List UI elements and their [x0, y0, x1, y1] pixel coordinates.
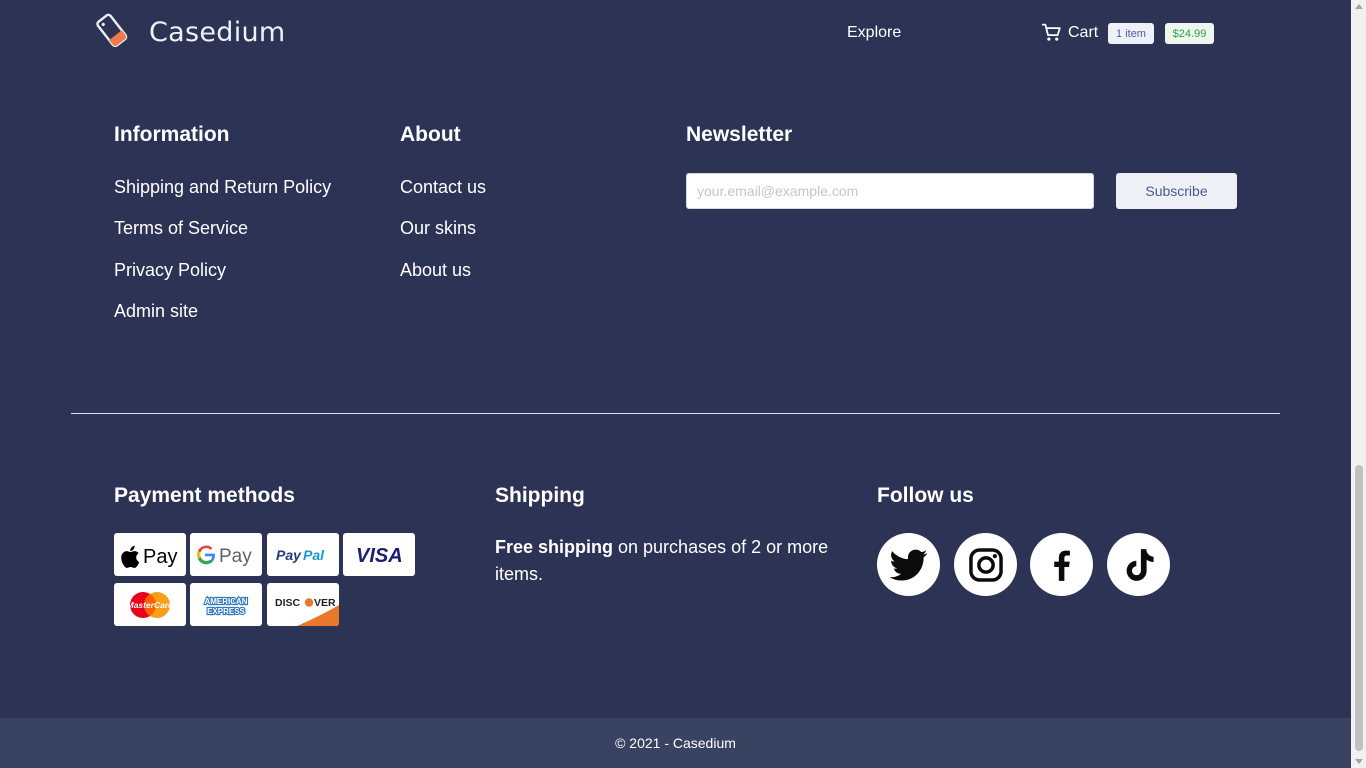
scroll-down-arrow-icon[interactable] — [1355, 759, 1363, 764]
copyright-bar: © 2021 - Casedium — [0, 718, 1351, 768]
twitter-icon — [889, 549, 927, 581]
brand-name: Casedium — [149, 16, 286, 48]
discover-icon: DISC VER — [267, 583, 339, 626]
instagram-link[interactable] — [954, 533, 1017, 596]
cart-items-badge: 1 item — [1108, 23, 1154, 44]
cart-total-badge: $24.99 — [1165, 23, 1214, 44]
instagram-icon — [968, 547, 1003, 582]
scroll-thumb[interactable] — [1355, 465, 1363, 751]
scroll-up-arrow-icon[interactable] — [1355, 4, 1363, 9]
svg-text:Pal: Pal — [303, 547, 325, 563]
svg-text:EXPRESS: EXPRESS — [207, 607, 245, 616]
svg-text:AMERICAN: AMERICAN — [204, 597, 247, 606]
follow-us-title: Follow us — [877, 484, 974, 507]
paypal-icon: Pay Pal — [267, 533, 339, 576]
mastercard-icon: MasterCard — [114, 583, 186, 626]
payment-methods-title: Payment methods — [114, 484, 295, 507]
svg-text:DISC: DISC — [275, 597, 301, 609]
american-express-icon: AMERICAN EXPRESS — [190, 583, 262, 626]
visa-icon: VISA — [343, 533, 415, 576]
cart-label: Cart — [1068, 23, 1099, 41]
cart-button[interactable]: Cart — [1041, 22, 1098, 43]
facebook-link[interactable] — [1030, 533, 1093, 596]
copyright-text: © 2021 - Casedium — [615, 735, 736, 751]
svg-text:Pay: Pay — [219, 546, 252, 567]
subscribe-button[interactable]: Subscribe — [1116, 173, 1237, 209]
link-admin-site[interactable]: Admin site — [114, 301, 198, 322]
newsletter-email-input[interactable] — [686, 173, 1094, 209]
link-contact-us[interactable]: Contact us — [400, 177, 486, 198]
cart-icon — [1041, 23, 1061, 41]
svg-text:Pay: Pay — [276, 547, 302, 563]
page: Casedium Explore Cart 1 item $24.99 Info… — [0, 0, 1351, 768]
footer-divider — [71, 413, 1280, 414]
svg-text:MasterCard: MasterCard — [127, 600, 175, 610]
apple-pay-icon: Pay — [114, 533, 186, 576]
svg-text:VER: VER — [314, 597, 336, 609]
link-our-skins[interactable]: Our skins — [400, 218, 476, 239]
twitter-link[interactable] — [877, 533, 940, 596]
information-title: Information — [114, 123, 230, 146]
nav-explore-link[interactable]: Explore — [847, 24, 901, 42]
shipping-info: Free shipping on purchases of 2 or more … — [495, 534, 845, 588]
shipping-title: Shipping — [495, 484, 585, 507]
tiktok-icon — [1126, 548, 1154, 581]
link-shipping-return-policy[interactable]: Shipping and Return Policy — [114, 177, 331, 198]
link-terms-of-service[interactable]: Terms of Service — [114, 218, 248, 239]
link-privacy-policy[interactable]: Privacy Policy — [114, 260, 226, 281]
svg-text:VISA: VISA — [356, 545, 403, 567]
shipping-highlight: Free shipping — [495, 537, 614, 557]
facebook-icon — [1053, 550, 1070, 581]
newsletter-title: Newsletter — [686, 123, 793, 146]
link-about-us[interactable]: About us — [400, 260, 471, 281]
brand-logo[interactable]: Casedium — [93, 12, 286, 52]
about-title: About — [400, 123, 461, 146]
google-pay-icon: Pay — [190, 533, 262, 576]
tiktok-link[interactable] — [1107, 533, 1170, 596]
page-scrollbar[interactable] — [1351, 0, 1366, 768]
logo-icon — [96, 13, 128, 48]
svg-text:Pay: Pay — [143, 546, 177, 568]
